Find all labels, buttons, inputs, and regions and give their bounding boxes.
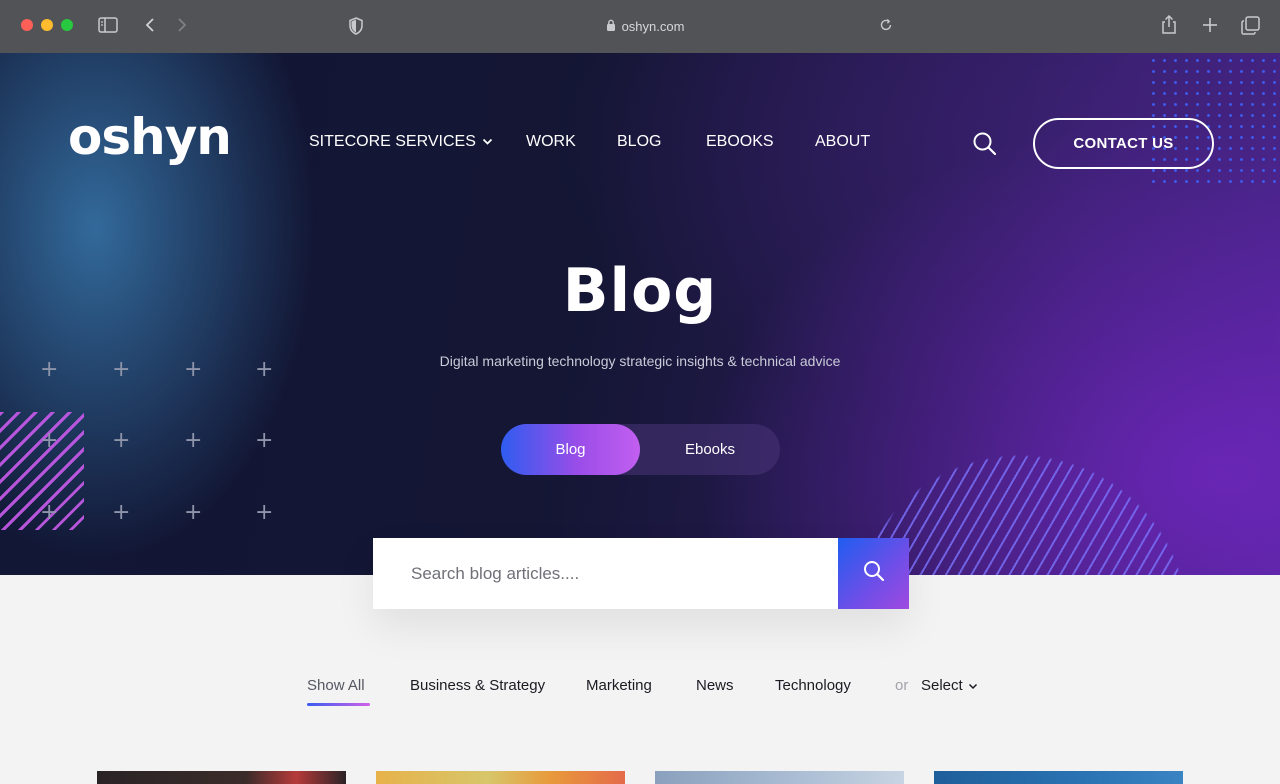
blog-card-thumbnail[interactable] — [376, 771, 625, 784]
plus-decoration: + — [40, 428, 59, 453]
page-title: Blog — [562, 256, 718, 326]
nav-about[interactable]: ABOUT — [815, 133, 870, 151]
nav-label: SITECORE SERVICES — [309, 133, 476, 150]
filter-show-all[interactable]: Show All — [307, 677, 365, 694]
nav-ebooks[interactable]: EBOOKS — [706, 133, 774, 151]
toggle-ebooks[interactable]: Ebooks — [640, 424, 780, 475]
blog-card-thumbnail[interactable] — [97, 771, 346, 784]
browser-toolbar: oshyn.com — [0, 0, 1280, 53]
lock-icon — [606, 19, 616, 34]
page-subtitle: Digital marketing technology strategic i… — [439, 353, 841, 369]
blog-card-thumbnail[interactable] — [934, 771, 1183, 784]
reload-icon[interactable] — [879, 18, 893, 32]
shield-icon[interactable] — [348, 17, 364, 35]
filter-business-strategy[interactable]: Business & Strategy — [410, 677, 545, 694]
select-label: Select — [921, 677, 963, 694]
plus-decoration: + — [40, 500, 59, 525]
forward-icon[interactable] — [176, 17, 188, 33]
or-label: or — [895, 677, 909, 694]
filter-news[interactable]: News — [696, 677, 734, 694]
nav-blog[interactable]: BLOG — [617, 133, 661, 151]
plus-decoration: + — [255, 428, 274, 453]
hero-section: + + + + + + + + + + + + oshyn SITECORE S… — [0, 53, 1280, 575]
tab-overview-icon[interactable] — [1241, 16, 1260, 35]
chevron-down-icon — [968, 677, 978, 694]
active-filter-underline — [307, 703, 370, 706]
share-icon[interactable] — [1160, 15, 1178, 35]
maximize-window-button[interactable] — [61, 19, 73, 31]
chevron-down-icon — [482, 133, 493, 151]
nav-sitecore-services[interactable]: SITECORE SERVICES — [309, 133, 493, 151]
category-select[interactable]: Select — [921, 677, 978, 694]
search-icon — [863, 560, 885, 587]
new-tab-icon[interactable] — [1202, 17, 1218, 33]
content-type-toggle: Blog Ebooks — [501, 424, 780, 475]
search-button[interactable] — [838, 538, 909, 609]
search-input[interactable] — [373, 538, 838, 609]
plus-decoration: + — [184, 500, 203, 525]
toggle-blog[interactable]: Blog — [501, 424, 640, 475]
contact-us-button[interactable]: CONTACT US — [1033, 118, 1214, 169]
sidebar-toggle-icon[interactable] — [98, 17, 118, 33]
search-icon[interactable] — [972, 131, 998, 157]
plus-decoration: + — [184, 428, 203, 453]
plus-decoration: + — [112, 428, 131, 453]
minimize-window-button[interactable] — [41, 19, 53, 31]
filter-technology[interactable]: Technology — [775, 677, 851, 694]
plus-decoration: + — [112, 500, 131, 525]
plus-decoration: + — [255, 500, 274, 525]
blog-card-thumbnail[interactable] — [655, 771, 904, 784]
url-text: oshyn.com — [621, 18, 685, 34]
back-icon[interactable] — [144, 17, 156, 33]
filter-marketing[interactable]: Marketing — [586, 677, 652, 694]
close-window-button[interactable] — [21, 19, 33, 31]
address-bar[interactable]: oshyn.com — [560, 16, 730, 36]
blog-search — [373, 538, 909, 609]
site-logo[interactable]: oshyn — [68, 108, 232, 166]
nav-work[interactable]: WORK — [526, 133, 576, 151]
